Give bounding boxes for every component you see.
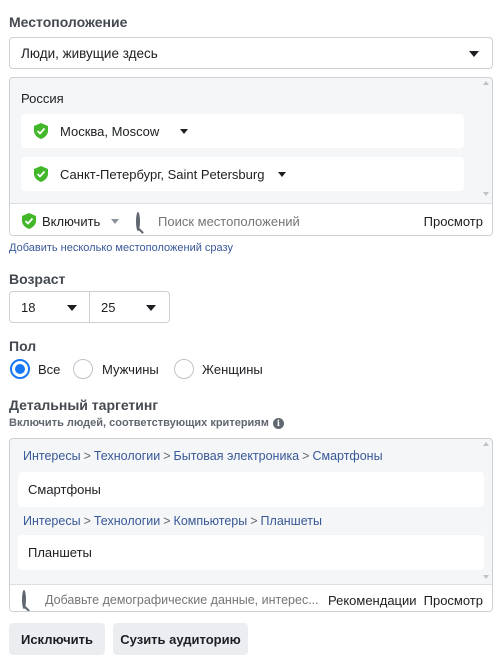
- suggestions-link[interactable]: Рекомендации: [328, 593, 417, 608]
- path-segment[interactable]: Компьютеры: [174, 514, 248, 528]
- location-search-input[interactable]: [158, 210, 408, 232]
- bulk-locations-link[interactable]: Добавить несколько местоположений сразу: [9, 242, 233, 254]
- gender-label-female: Женщины: [202, 362, 263, 377]
- targeting-title: Детальный таргетинг: [9, 397, 159, 413]
- targeting-subtitle: Включить людей, соответствующих критерия…: [9, 417, 269, 429]
- gender-label-all: Все: [38, 362, 61, 377]
- location-item-label: Москва, Moscow: [60, 124, 160, 139]
- search-icon: [136, 212, 140, 231]
- gender-radio-all[interactable]: [10, 359, 30, 379]
- location-title: Местоположение: [9, 14, 128, 30]
- chevron-down-icon: [67, 305, 77, 311]
- path-segment[interactable]: Бытовая электроника: [174, 449, 300, 463]
- age-max-select[interactable]: 25: [89, 291, 170, 323]
- path-segment[interactable]: Интересы: [23, 514, 81, 528]
- targeting-path-2: Интересы > Технологии > Компьютеры > Планшеты: [23, 514, 322, 528]
- location-panel: Россия Москва, Moscow Санкт-Петербург, S…: [9, 77, 493, 236]
- path-segment[interactable]: Технологии: [94, 449, 160, 463]
- targeting-panel: Интересы > Технологии > Бытовая электроника >…: [9, 438, 493, 612]
- targeting-subtitle-row: Включить людей, соответствующих критерия…: [9, 417, 284, 429]
- path-segment[interactable]: Планшеты: [261, 514, 322, 528]
- age-min-select[interactable]: 18: [9, 291, 90, 323]
- gender-label-male: Мужчины: [102, 362, 159, 377]
- location-pin-icon: [22, 213, 36, 229]
- path-segment[interactable]: Интересы: [23, 449, 81, 463]
- location-audience-value: Люди, живущие здесь: [21, 45, 158, 61]
- path-segment[interactable]: Смартфоны: [312, 449, 382, 463]
- location-item-label: Санкт-Петербург, Saint Petersburg: [60, 167, 265, 182]
- scroll-down-icon[interactable]: [483, 575, 489, 579]
- targeting-value-2[interactable]: Планшеты: [18, 535, 484, 570]
- include-dropdown[interactable]: Включить: [42, 214, 100, 229]
- path-segment[interactable]: Технологии: [94, 514, 160, 528]
- info-icon[interactable]: i: [272, 417, 284, 429]
- chevron-down-icon[interactable]: [111, 219, 119, 224]
- location-item[interactable]: Москва, Moscow: [21, 114, 464, 148]
- chevron-down-icon: [469, 51, 479, 57]
- narrow-audience-button[interactable]: Сузить аудиторию: [113, 623, 248, 655]
- targeting-value-1[interactable]: Смартфоны: [18, 472, 484, 507]
- location-item[interactable]: Санкт-Петербург, Saint Petersburg: [21, 157, 464, 191]
- targeting-value-label: Смартфоны: [28, 482, 101, 497]
- location-pin-icon: [34, 166, 48, 182]
- targeting-path-1: Интересы > Технологии > Бытовая электроника >…: [23, 449, 383, 463]
- location-country: Россия: [21, 91, 64, 106]
- gender-radio-female[interactable]: [174, 359, 194, 379]
- location-search-bar: Включить Просмотр: [10, 203, 492, 235]
- chevron-down-icon[interactable]: [180, 129, 188, 134]
- scroll-down-icon[interactable]: [483, 192, 489, 196]
- chevron-down-icon[interactable]: [278, 172, 286, 177]
- location-audience-select[interactable]: Люди, живущие здесь: [9, 37, 493, 69]
- scroll-up-icon[interactable]: [483, 81, 489, 85]
- age-title: Возраст: [9, 271, 66, 287]
- scroll-up-icon[interactable]: [483, 442, 489, 446]
- search-icon: [22, 590, 26, 609]
- targeting-browse-link[interactable]: Просмотр: [424, 593, 483, 608]
- targeting-value-label: Планшеты: [28, 545, 92, 560]
- age-max-value: 25: [101, 299, 116, 315]
- gender-title: Пол: [9, 338, 37, 354]
- chevron-down-icon: [146, 305, 156, 311]
- targeting-search-input[interactable]: [45, 589, 325, 610]
- exclude-button[interactable]: Исключить: [9, 623, 105, 655]
- gender-radio-male[interactable]: [73, 359, 93, 379]
- age-min-value: 18: [21, 299, 36, 315]
- targeting-search-bar: Рекомендации Просмотр: [10, 584, 492, 611]
- location-browse-link[interactable]: Просмотр: [424, 214, 483, 229]
- location-pin-icon: [34, 123, 48, 139]
